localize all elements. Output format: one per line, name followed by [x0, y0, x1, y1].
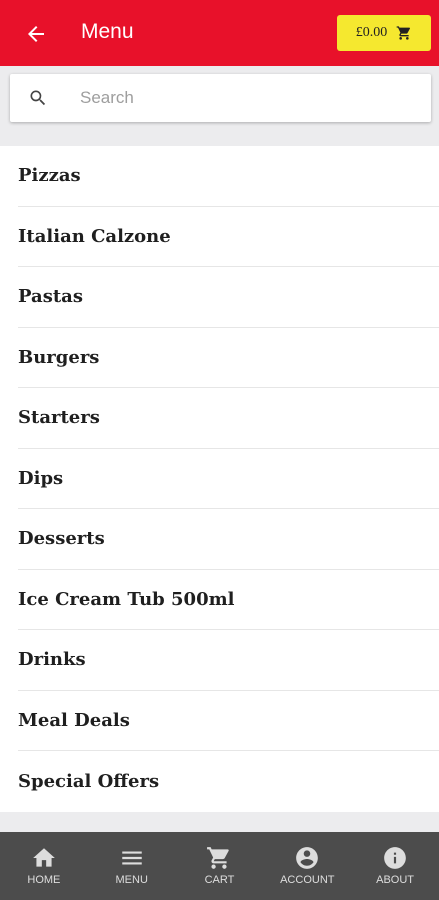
menu-item-dips[interactable]: Dips [18, 449, 439, 509]
cart-icon [207, 847, 230, 869]
search-bar [10, 74, 431, 122]
menu-item-starters[interactable]: Starters [18, 388, 439, 449]
menu-item-label: Ice Cream Tub 500ml [18, 588, 235, 610]
menu-item-drinks[interactable]: Drinks [18, 630, 439, 691]
page-title: Menu [81, 20, 134, 43]
menu-item-label: Starters [18, 407, 100, 429]
cart-icon [396, 26, 411, 40]
menu-item-label: Desserts [18, 528, 105, 550]
menu-item-italian-calzone[interactable]: Italian Calzone [18, 207, 439, 267]
menu-item-label: Pizzas [18, 165, 81, 187]
menu-item-desserts[interactable]: Desserts [18, 509, 439, 570]
cart-total-button[interactable]: £0.00 [337, 15, 431, 51]
menu-category-list: Pizzas Italian Calzone Pastas Burgers St… [0, 146, 439, 812]
menu-item-burgers[interactable]: Burgers [18, 328, 439, 388]
arrow-left-icon [28, 26, 44, 42]
nav-label: CART [204, 874, 235, 886]
menu-item-pastas[interactable]: Pastas [18, 267, 439, 328]
menu-item-label: Drinks [18, 649, 86, 671]
nav-label: ABOUT [376, 874, 415, 886]
search-icon [30, 90, 46, 106]
nav-cart[interactable]: CART [176, 832, 264, 900]
menu-item-label: Dips [18, 467, 64, 489]
bottom-nav: HOME MENU CART ACCOUNT ABOUT [0, 832, 439, 900]
nav-label: ACCOUNT [280, 874, 335, 886]
nav-label: MENU [115, 874, 148, 886]
nav-label: HOME [27, 874, 61, 886]
menu-item-label: Burgers [18, 346, 100, 368]
menu-item-label: Meal Deals [18, 709, 130, 731]
search-input[interactable] [70, 82, 410, 114]
back-button[interactable] [20, 18, 52, 50]
nav-home[interactable]: HOME [0, 832, 88, 900]
nav-account[interactable]: ACCOUNT [263, 832, 351, 900]
info-icon [384, 847, 406, 869]
menu-item-ice-cream-tub[interactable]: Ice Cream Tub 500ml [18, 570, 439, 630]
home-icon [33, 848, 55, 867]
menu-icon [121, 851, 142, 865]
menu-item-special-offers[interactable]: Special Offers [18, 751, 439, 812]
menu-item-label: Pastas [18, 286, 83, 308]
app-bar: Menu £0.00 [0, 0, 439, 66]
menu-item-pizzas[interactable]: Pizzas [18, 146, 439, 207]
cart-amount: £0.00 [355, 25, 388, 40]
menu-item-label: Italian Calzone [18, 225, 171, 247]
menu-item-label: Special Offers [18, 770, 160, 792]
menu-item-meal-deals[interactable]: Meal Deals [18, 691, 439, 751]
nav-about[interactable]: ABOUT [351, 832, 439, 900]
nav-menu[interactable]: MENU [88, 832, 176, 900]
account-icon [296, 847, 319, 869]
